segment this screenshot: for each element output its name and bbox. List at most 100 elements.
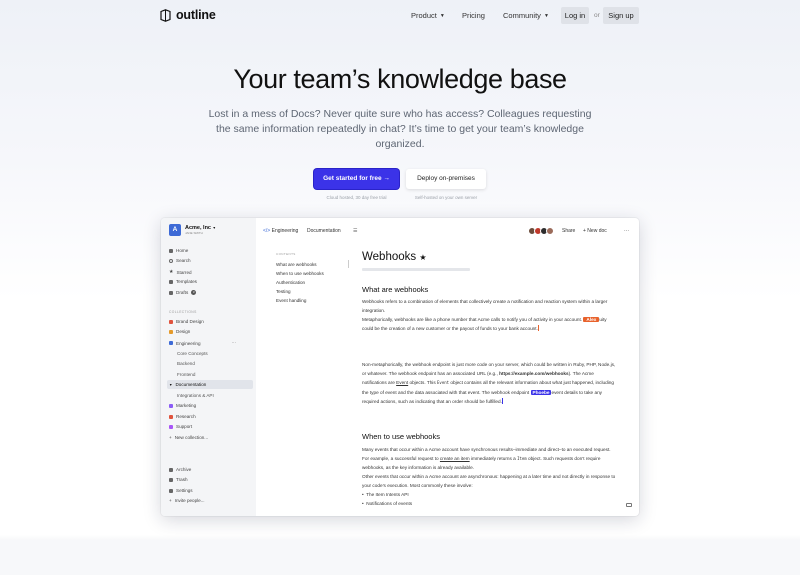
collection-icon [169, 329, 173, 334]
sidebar-label: Drafts [176, 290, 189, 295]
star-icon[interactable]: ★ [419, 253, 426, 262]
toc-header: CONTENTS [276, 252, 296, 256]
collection-support[interactable]: Support [169, 424, 192, 429]
doc-documentation[interactable]: ▼ Documentation [169, 382, 206, 387]
bullet-item: • Notifications of events [362, 501, 413, 506]
settings-icon [169, 488, 173, 493]
plus-icon: + [169, 435, 172, 440]
top-nav: outline Product ▼ Pricing Community ▼ Log … [0, 0, 800, 34]
doc-label: Documentation [175, 382, 207, 387]
doc-topbar: </> Engineering Documentation ☰ Share + … [256, 218, 639, 244]
get-started-button[interactable]: Get started for free → [314, 169, 399, 189]
doc-integrations-api[interactable]: Integrations & API [177, 393, 214, 398]
breadcrumb-doc[interactable]: Documentation [307, 228, 341, 234]
new-doc-button[interactable]: + New doc [583, 228, 607, 234]
event-link[interactable]: Event [396, 380, 408, 385]
toc-item[interactable]: When to use webhooks [276, 271, 324, 276]
toc-item[interactable]: Authentication [276, 280, 305, 285]
hero-subtitle: Lost in a mess of Docs? Never quite sure… [208, 108, 592, 150]
inline-code: Item [517, 456, 527, 462]
bullet-item: • The Item Intents API [362, 492, 409, 497]
signup-button[interactable]: Sign up [603, 7, 639, 24]
nav-community-label: Community [503, 11, 541, 20]
create-item-link[interactable]: create an item [440, 456, 470, 461]
sidebar-item-templates[interactable]: Templates [169, 279, 197, 284]
sidebar-label: Settings [176, 488, 193, 493]
doc-title[interactable]: Webhooks ★ [362, 251, 427, 263]
sidebar-item-search[interactable]: Search [169, 258, 191, 263]
doc-backend[interactable]: Backend [177, 361, 195, 366]
collection-marketing[interactable]: Marketing [169, 403, 196, 408]
collection-design[interactable]: Design [169, 329, 190, 334]
paragraph: Other events that occur within a Acme ac… [362, 474, 616, 489]
sidebar-item-invite[interactable]: + Invite people... [169, 498, 205, 503]
text: immediately returns a [470, 456, 516, 462]
new-collection-button[interactable]: + New collection... [169, 435, 208, 440]
sidebar-item-settings[interactable]: Settings [169, 488, 193, 493]
nav-pricing-label: Pricing [462, 11, 485, 20]
collection-label: Marketing [176, 403, 197, 408]
heading-what-are-webhooks: What are webhooks [362, 285, 429, 294]
nav-pricing[interactable]: Pricing [462, 11, 485, 20]
text: objects. This [409, 380, 436, 386]
collection-label: Support [176, 424, 193, 429]
sidebar-item-drafts[interactable]: Drafts 3 [169, 290, 197, 295]
sidebar-item-trash[interactable]: Trash [169, 477, 188, 482]
toc-item[interactable]: Testing [276, 289, 291, 294]
paragraph: Many events that occur within a Acme acc… [362, 445, 617, 473]
collection-research[interactable]: Research [169, 414, 196, 419]
deploy-on-premises-button[interactable]: Deploy on-premises [406, 169, 486, 189]
more-icon[interactable]: ⋯ [232, 340, 237, 346]
collections-header: COLLECTIONS [169, 310, 197, 314]
nav-product[interactable]: Product ▼ [411, 11, 445, 20]
collection-icon [169, 341, 173, 345]
sidebar-item-archive[interactable]: Archive [169, 467, 191, 472]
url-text: https://example.com/webhooks [499, 371, 569, 377]
sidebar-label: Archive [176, 467, 192, 472]
menu-icon[interactable]: ☰ [353, 228, 357, 234]
doc-frontend[interactable]: Frontend [177, 372, 195, 377]
collection-label: Brand Design [176, 319, 204, 324]
doc-meta-line [362, 268, 470, 271]
sidebar-item-starred[interactable]: ★ Starred [169, 269, 192, 275]
user-name: JANE SMITH [185, 231, 203, 235]
doc-core-concepts[interactable]: Core Concepts [177, 351, 208, 356]
inline-code: Event [437, 380, 450, 386]
more-options-icon[interactable]: ··· [624, 228, 629, 234]
paragraph: Non-metaphorically, the webhook endpoint… [362, 360, 617, 406]
login-button[interactable]: Log in [561, 7, 589, 24]
team-avatar: A [169, 224, 181, 236]
toc-item[interactable]: Event handling [276, 298, 306, 303]
plus-icon: + [169, 498, 172, 503]
paragraph: Metaphorically, webhooks are like a phon… [362, 315, 617, 333]
collection-icon [169, 424, 173, 429]
breadcrumb-collection[interactable]: </> Engineering [263, 228, 298, 234]
brand-logo[interactable]: outline [160, 8, 216, 22]
or-separator: or [594, 12, 600, 19]
home-icon [169, 248, 173, 253]
collection-engineering[interactable]: Engineering ⋯ [169, 340, 236, 346]
app-screenshot: A Acme, Inc ▼ JANE SMITH Home Search ★ St… [161, 218, 639, 516]
search-icon [169, 258, 173, 263]
sidebar-label: Trash [176, 477, 188, 482]
sidebar: A Acme, Inc ▼ JANE SMITH Home Search ★ St… [161, 218, 256, 516]
collection-icon [169, 403, 173, 408]
share-button[interactable]: Share [562, 228, 575, 234]
team-switcher[interactable]: A Acme, Inc ▼ JANE SMITH [169, 224, 216, 236]
main-pane: </> Engineering Documentation ☰ Share + … [256, 218, 639, 516]
archive-icon [169, 467, 173, 472]
collection-label: Design [176, 329, 191, 334]
heading-when-to-use-webhooks: When to use webhooks [362, 432, 440, 441]
templates-icon [169, 279, 173, 284]
collaborator-avatars [528, 227, 554, 235]
star-icon: ★ [169, 269, 174, 275]
nav-community[interactable]: Community ▼ [503, 11, 549, 20]
new-collection-label: New collection... [174, 435, 209, 440]
collaborator-cursor-tag: Alex [583, 317, 600, 322]
keyboard-icon[interactable] [626, 503, 632, 507]
sidebar-item-home[interactable]: Home [169, 248, 188, 253]
nav-product-label: Product [411, 11, 437, 20]
collection-brand-design[interactable]: Brand Design [169, 319, 204, 324]
collaborator-cursor-tag: Phoebe [530, 389, 552, 395]
toc-item[interactable]: What are webhooks [276, 262, 317, 267]
